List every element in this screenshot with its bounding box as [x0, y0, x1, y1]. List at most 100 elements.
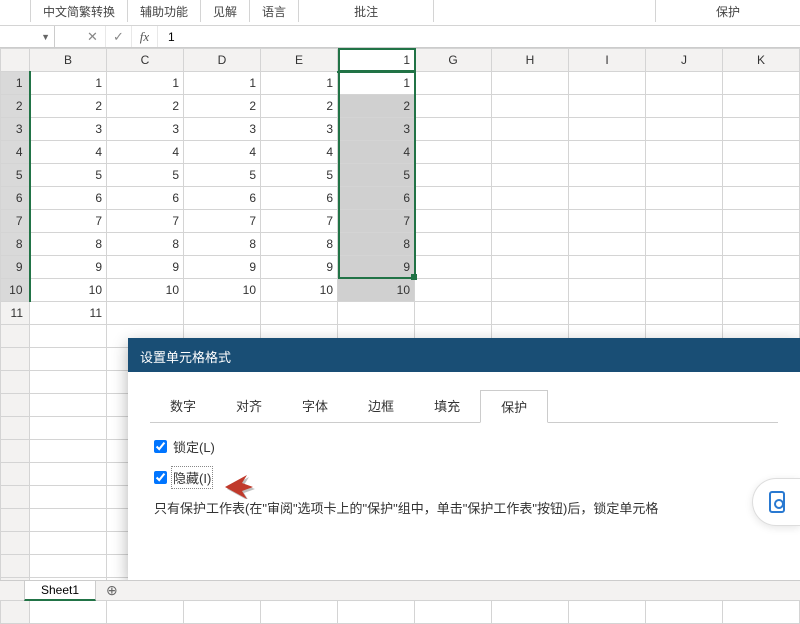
cell-F4[interactable]: 4: [338, 141, 415, 164]
ribbon-group-comments[interactable]: 批注: [298, 0, 434, 22]
cell-D3[interactable]: 3: [184, 118, 261, 141]
cell-E7[interactable]: 7: [261, 210, 338, 233]
cell-empty[interactable]: [646, 601, 723, 624]
formula-input[interactable]: [158, 30, 800, 44]
cell-D2[interactable]: 2: [184, 95, 261, 118]
cell-E2[interactable]: 2: [261, 95, 338, 118]
dialog-tab-字体[interactable]: 字体: [282, 390, 348, 422]
cell-empty[interactable]: [261, 601, 338, 624]
cell-I9[interactable]: [569, 256, 646, 279]
cell-G11[interactable]: [415, 302, 492, 325]
cell-B8[interactable]: 8: [30, 233, 107, 256]
cell-D9[interactable]: 9: [184, 256, 261, 279]
cell-H3[interactable]: [492, 118, 569, 141]
cell-E10[interactable]: 10: [261, 279, 338, 302]
row-header-3[interactable]: 3: [1, 118, 30, 141]
col-header-I[interactable]: I: [569, 49, 646, 72]
cell-C11[interactable]: [107, 302, 184, 325]
cell-C4[interactable]: 4: [107, 141, 184, 164]
cell-I7[interactable]: [569, 210, 646, 233]
phone-sync-button[interactable]: [752, 478, 800, 526]
cell-K1[interactable]: [723, 72, 800, 95]
cell-D8[interactable]: 8: [184, 233, 261, 256]
dialog-tab-数字[interactable]: 数字: [150, 390, 216, 422]
cell-B10[interactable]: 10: [30, 279, 107, 302]
cell-F7[interactable]: 7: [338, 210, 415, 233]
cell-G6[interactable]: [415, 187, 492, 210]
cell-J6[interactable]: [646, 187, 723, 210]
row-header-empty[interactable]: [1, 325, 30, 348]
cell-C2[interactable]: 2: [107, 95, 184, 118]
row-header-empty[interactable]: [1, 532, 30, 555]
cell-H11[interactable]: [492, 302, 569, 325]
cancel-formula-icon[interactable]: ✕: [80, 26, 106, 47]
row-header-9[interactable]: 9: [1, 256, 30, 279]
cell-F2[interactable]: 2: [338, 95, 415, 118]
cell-J1[interactable]: [646, 72, 723, 95]
cell-H6[interactable]: [492, 187, 569, 210]
cell-G9[interactable]: [415, 256, 492, 279]
dialog-tab-填充[interactable]: 填充: [414, 390, 480, 422]
row-header-6[interactable]: 6: [1, 187, 30, 210]
cell-H5[interactable]: [492, 164, 569, 187]
row-header-4[interactable]: 4: [1, 141, 30, 164]
cell-K7[interactable]: [723, 210, 800, 233]
cell-E6[interactable]: 6: [261, 187, 338, 210]
fx-icon[interactable]: fx: [132, 26, 158, 47]
row-header-8[interactable]: 8: [1, 233, 30, 256]
cell-K9[interactable]: [723, 256, 800, 279]
col-header-B[interactable]: B: [30, 49, 107, 72]
cell-C8[interactable]: 8: [107, 233, 184, 256]
cell-B9[interactable]: 9: [30, 256, 107, 279]
cell-B2[interactable]: 2: [30, 95, 107, 118]
cell-C7[interactable]: 7: [107, 210, 184, 233]
ribbon-group-language[interactable]: 语言: [249, 0, 299, 22]
cell-J5[interactable]: [646, 164, 723, 187]
cell-B7[interactable]: 7: [30, 210, 107, 233]
cell-K4[interactable]: [723, 141, 800, 164]
cell-K3[interactable]: [723, 118, 800, 141]
cell-D6[interactable]: 6: [184, 187, 261, 210]
row-header-11[interactable]: 11: [1, 302, 30, 325]
cell-G2[interactable]: [415, 95, 492, 118]
col-header-J[interactable]: J: [646, 49, 723, 72]
cell-K11[interactable]: [723, 302, 800, 325]
cell-E3[interactable]: 3: [261, 118, 338, 141]
cell-empty[interactable]: [30, 509, 107, 532]
cell-E8[interactable]: 8: [261, 233, 338, 256]
dialog-tab-保护[interactable]: 保护: [480, 390, 548, 423]
cell-H4[interactable]: [492, 141, 569, 164]
cell-C9[interactable]: 9: [107, 256, 184, 279]
cell-D5[interactable]: 5: [184, 164, 261, 187]
name-box-dropdown-icon[interactable]: ▼: [41, 32, 50, 42]
cell-E5[interactable]: 5: [261, 164, 338, 187]
row-header-empty[interactable]: [1, 371, 30, 394]
cell-F10[interactable]: 10: [338, 279, 415, 302]
cell-B11[interactable]: 11: [30, 302, 107, 325]
cell-E11[interactable]: [261, 302, 338, 325]
cell-J7[interactable]: [646, 210, 723, 233]
row-header-empty[interactable]: [1, 417, 30, 440]
cell-K6[interactable]: [723, 187, 800, 210]
row-header-empty[interactable]: [1, 601, 30, 624]
cell-empty[interactable]: [723, 601, 800, 624]
row-header-empty[interactable]: [1, 440, 30, 463]
cell-H7[interactable]: [492, 210, 569, 233]
cell-H8[interactable]: [492, 233, 569, 256]
cell-J10[interactable]: [646, 279, 723, 302]
cell-B3[interactable]: 3: [30, 118, 107, 141]
cell-empty[interactable]: [184, 601, 261, 624]
cell-J2[interactable]: [646, 95, 723, 118]
row-header-empty[interactable]: [1, 509, 30, 532]
cell-empty[interactable]: [338, 601, 415, 624]
cell-empty[interactable]: [30, 325, 107, 348]
cell-G1[interactable]: [415, 72, 492, 95]
cell-empty[interactable]: [30, 371, 107, 394]
cell-H9[interactable]: [492, 256, 569, 279]
cell-G3[interactable]: [415, 118, 492, 141]
cell-K5[interactable]: [723, 164, 800, 187]
cell-empty[interactable]: [30, 463, 107, 486]
cell-K2[interactable]: [723, 95, 800, 118]
ribbon-group-protect[interactable]: 保护: [655, 0, 800, 22]
cell-D4[interactable]: 4: [184, 141, 261, 164]
